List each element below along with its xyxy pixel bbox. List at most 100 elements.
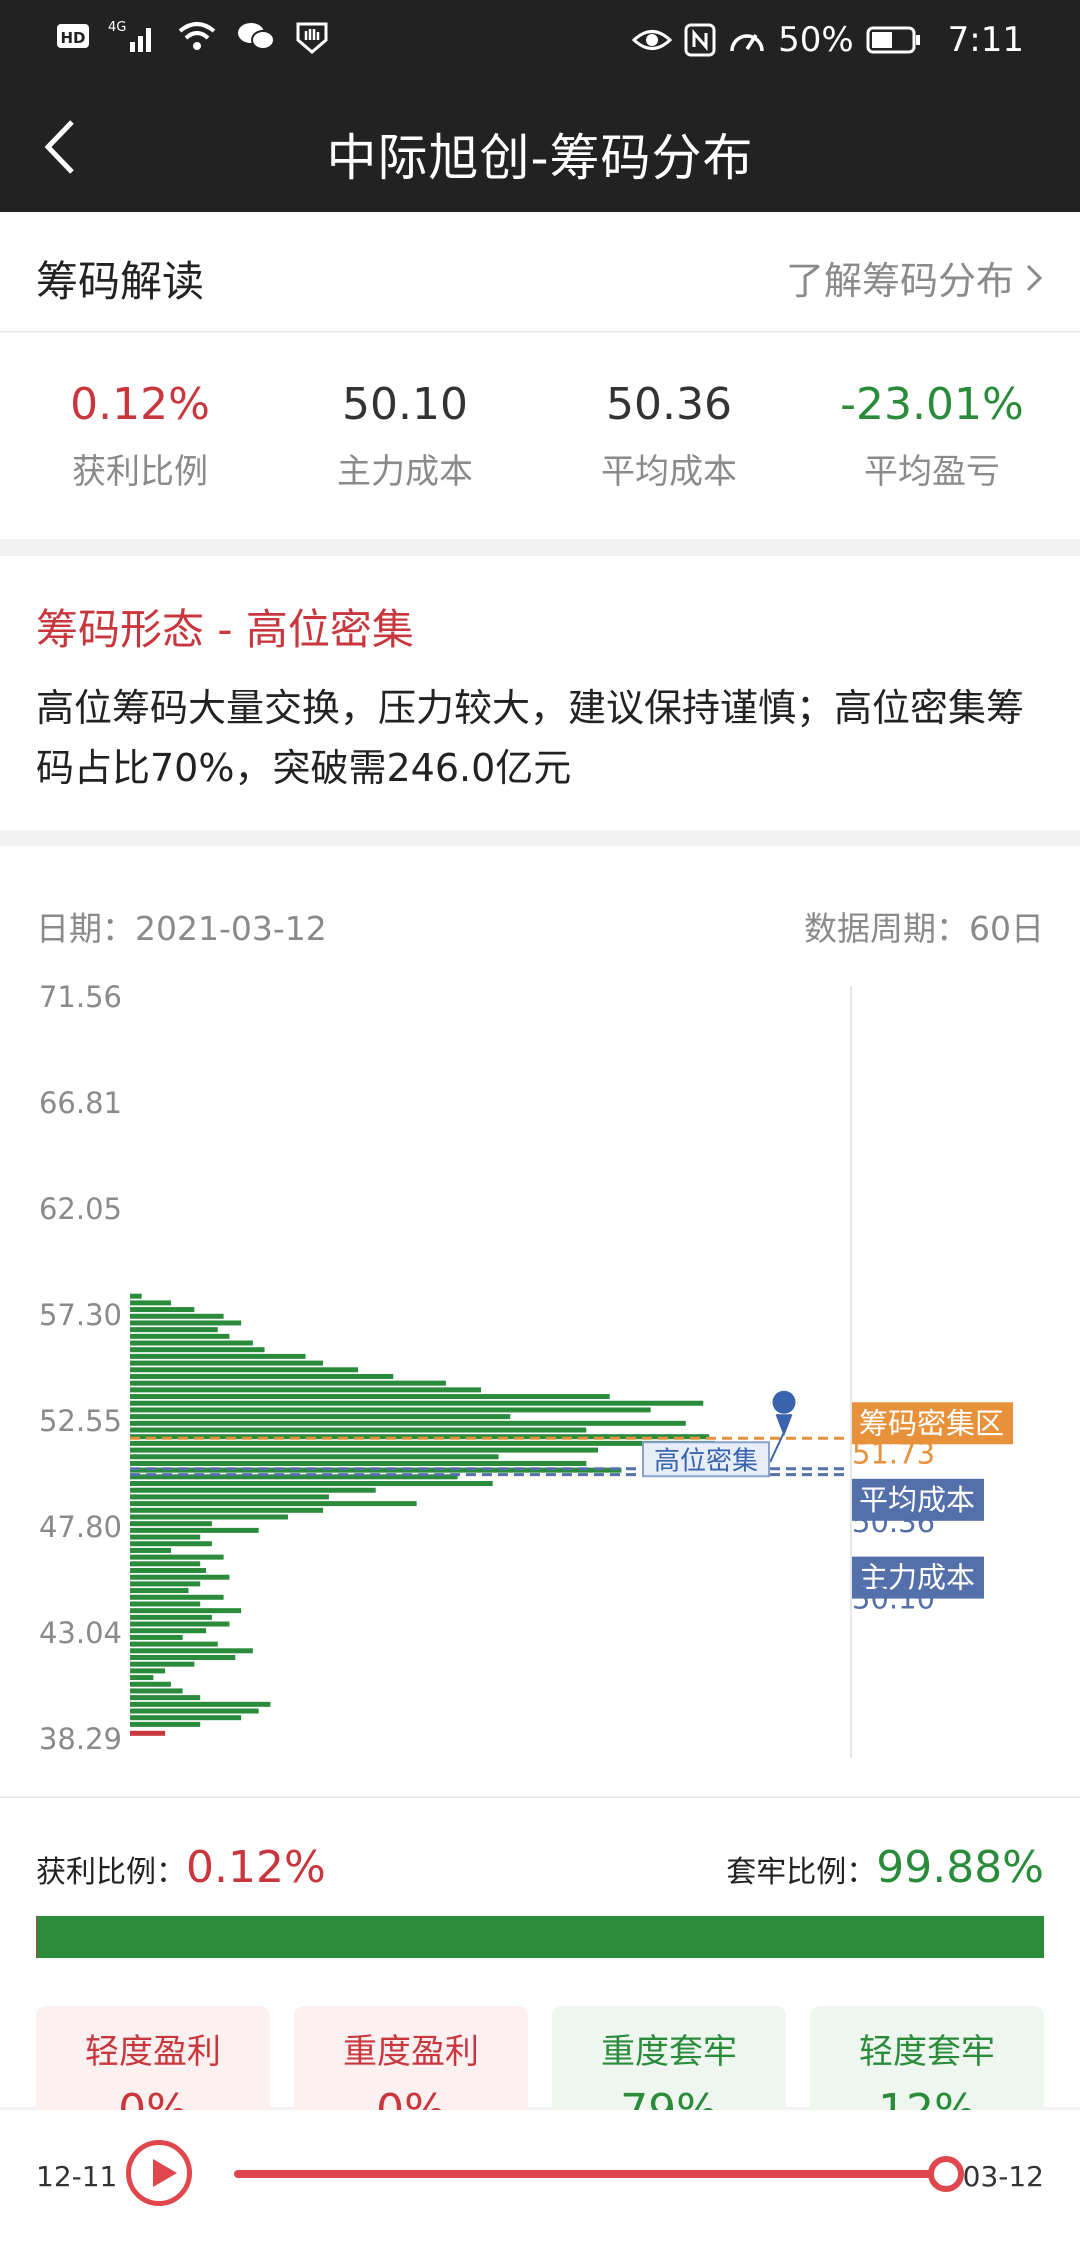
category-label: 重度盈利 xyxy=(343,2032,479,2072)
category-heavy-trapped[interactable]: 重度套牢 79% xyxy=(552,2006,786,2126)
chip-bar xyxy=(130,1554,224,1560)
stat-label: 平均成本 xyxy=(601,452,737,492)
page-title: 中际旭创-筹码分布 xyxy=(326,129,754,187)
chip-bar xyxy=(130,1400,704,1406)
chip-bar xyxy=(130,1634,183,1640)
location-pin-icon xyxy=(772,1390,796,1437)
wechat-icon xyxy=(236,19,276,53)
chip-bar xyxy=(130,1608,242,1614)
chip-bar xyxy=(130,1628,207,1634)
timeline-handle[interactable] xyxy=(928,2156,964,2192)
category-heavy-profit[interactable]: 重度盈利 0% xyxy=(294,2006,528,2126)
wifi-icon xyxy=(176,19,218,53)
chip-bar xyxy=(130,1730,166,1736)
stat-value: -23.01% xyxy=(840,379,1024,430)
profit-ratio-value: 0.12% xyxy=(186,1842,326,1893)
chip-bar xyxy=(130,1695,201,1701)
chip-bar xyxy=(130,1601,201,1607)
category-light-trapped[interactable]: 轻度套牢 12% xyxy=(810,2006,1044,2126)
stat-main-cost: 50.10 主力成本 xyxy=(270,379,540,493)
chip-bar xyxy=(130,1621,230,1627)
y-tick-label: 62.05 xyxy=(39,1192,122,1226)
marker-label: 筹码密集区 xyxy=(859,1406,1004,1440)
chip-bar xyxy=(130,1701,271,1707)
chip-bar xyxy=(130,1547,171,1553)
chip-bar xyxy=(130,1407,651,1413)
stat-value: 50.36 xyxy=(606,379,732,430)
shape-title: 筹码形态 - 高位密集 xyxy=(36,605,414,654)
chip-bar xyxy=(130,1574,230,1580)
chip-bar xyxy=(130,1394,610,1400)
stat-value: 0.12% xyxy=(70,379,210,430)
stat-value: 50.10 xyxy=(342,379,468,430)
profit-ratio-label: 获利比例： xyxy=(36,1855,186,1890)
chip-bar xyxy=(130,1327,218,1333)
marker-value: 51.73 xyxy=(852,1436,935,1470)
svg-text:HD: HD xyxy=(60,29,85,47)
category-cards: 轻度盈利 0% 重度盈利 0% 重度套牢 79% 轻度套牢 12% xyxy=(36,2006,1044,2126)
trapped-ratio-label: 套牢比例： xyxy=(726,1855,877,1890)
chip-bar xyxy=(130,1641,218,1647)
chip-bar xyxy=(130,1387,481,1393)
chip-bar xyxy=(130,1320,242,1326)
chip-bar xyxy=(130,1675,154,1681)
chip-bar xyxy=(130,1427,587,1433)
category-label: 重度套牢 xyxy=(601,2032,737,2072)
ratio-bar xyxy=(36,1916,1044,1958)
chip-bar xyxy=(130,1360,324,1366)
stat-label: 主力成本 xyxy=(337,452,473,492)
chip-bar xyxy=(130,1373,394,1379)
chip-bar xyxy=(130,1313,224,1319)
stats-panel: 0.12% 获利比例 50.10 主力成本 50.36 平均成本 -23.01%… xyxy=(0,333,1080,539)
chip-bar xyxy=(130,1440,715,1446)
category-label: 轻度套牢 xyxy=(859,2032,995,2072)
chip-bar xyxy=(130,1340,253,1346)
chip-bar xyxy=(130,1661,195,1667)
chip-bar xyxy=(130,1708,259,1714)
trapped-ratio: 套牢比例：99.88% xyxy=(726,1842,1044,1893)
section-title: 筹码解读 xyxy=(36,257,205,306)
play-button[interactable] xyxy=(126,2140,192,2206)
y-tick-label: 47.80 xyxy=(39,1510,122,1544)
chip-bar xyxy=(130,1588,189,1594)
profit-ratio: 获利比例：0.12% xyxy=(36,1842,326,1893)
y-tick-label: 66.81 xyxy=(39,1086,122,1120)
chip-bar xyxy=(130,1527,259,1533)
chip-bar xyxy=(130,1688,183,1694)
nfc-icon xyxy=(684,23,716,57)
timeline-start: 12-11 xyxy=(36,2160,118,2193)
chip-bar xyxy=(130,1420,686,1426)
profit-fill xyxy=(36,1916,38,1958)
chip-shape-panel: 筹码形态 - 高位密集 高位筹码大量交换，压力较大，建议保持谨慎；高位密集筹码占… xyxy=(0,556,1080,830)
y-tick-label: 57.30 xyxy=(39,1298,122,1332)
chip-bar xyxy=(130,1481,493,1487)
status-bar: HD 4G 50% 7:11 xyxy=(0,0,1080,84)
chip-bar xyxy=(130,1293,142,1299)
hd-icon: HD xyxy=(56,21,90,51)
stat-profit-ratio: 0.12% 获利比例 xyxy=(5,379,275,493)
timeline-end: 03-12 xyxy=(962,2160,1044,2193)
timeline-player: 12-11 03-12 xyxy=(0,2110,1080,2244)
chip-bar xyxy=(130,1614,212,1620)
timeline-slider[interactable] xyxy=(234,2170,946,2178)
learn-more-link[interactable]: 了解筹码分布 xyxy=(786,250,1044,305)
chip-bar xyxy=(130,1353,306,1359)
chip-bar xyxy=(130,1721,201,1727)
chip-bar xyxy=(130,1514,288,1520)
chip-bar xyxy=(130,1534,201,1540)
battery-percent: 50% xyxy=(778,20,854,60)
category-light-profit[interactable]: 轻度盈利 0% xyxy=(36,2006,270,2126)
chip-bar xyxy=(130,1654,236,1660)
chip-bar xyxy=(130,1521,212,1527)
chip-distribution-panel: 日期：2021-03-12 数据周期：60日 71.56 66.81 62.05 57… xyxy=(0,846,1080,1796)
hand-icon xyxy=(294,18,330,54)
trapped-ratio-value: 99.88% xyxy=(876,1842,1044,1893)
chip-bar xyxy=(130,1561,201,1567)
chip-bar xyxy=(130,1541,212,1547)
clock: 7:11 xyxy=(947,20,1024,60)
stat-average-cost: 50.36 平均成本 xyxy=(534,379,804,493)
chip-bar xyxy=(130,1487,376,1493)
chip-bar xyxy=(130,1581,201,1587)
chip-bar xyxy=(130,1380,446,1386)
category-label: 轻度盈利 xyxy=(85,2032,221,2072)
